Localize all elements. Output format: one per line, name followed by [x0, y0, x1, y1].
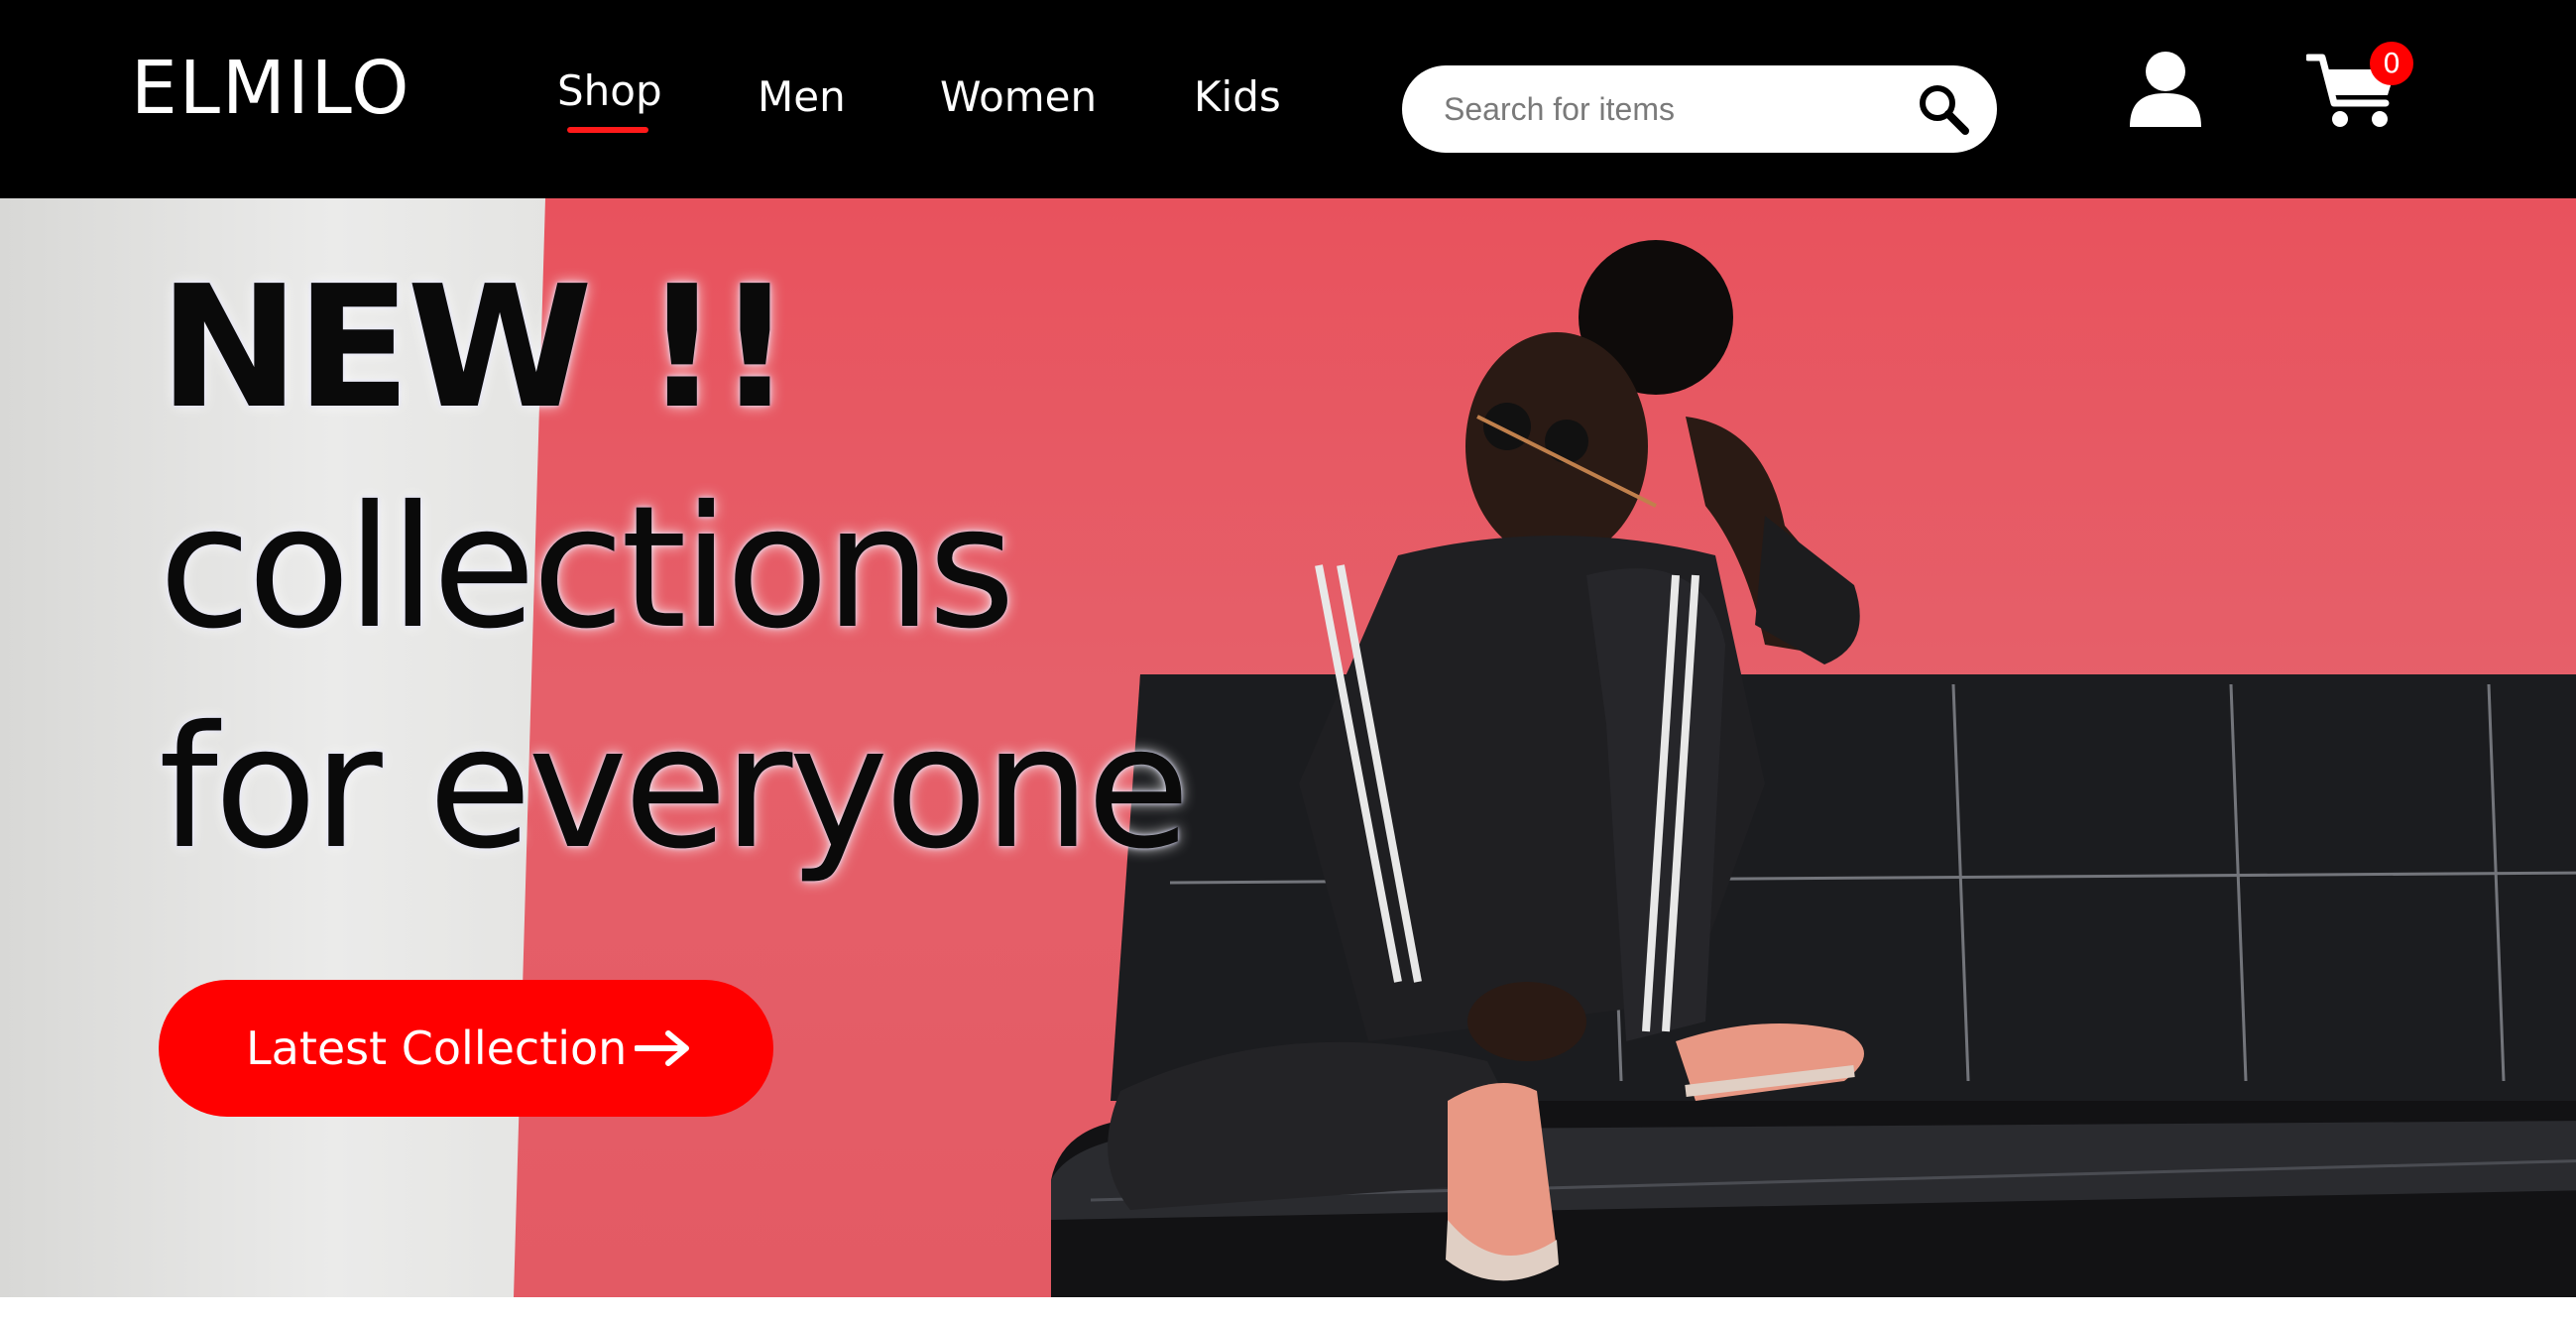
cta-label: Latest Collection — [246, 1022, 628, 1075]
headline-line-3: for everyone — [159, 690, 1190, 887]
nav-item-women[interactable]: Women — [940, 67, 1097, 127]
hero-banner: NEW !! collections for everyone Latest C… — [0, 198, 2576, 1297]
headline-line-1: NEW !! — [159, 250, 793, 446]
model-photo — [1108, 240, 1864, 1281]
site-header: ELMILO Shop Men Women Kids 0 — [0, 0, 2576, 198]
account-button[interactable] — [2126, 50, 2205, 133]
brand-logo[interactable]: ELMILO — [131, 44, 411, 133]
hero-headline: NEW !! collections for everyone — [159, 238, 1190, 899]
active-nav-indicator — [567, 127, 648, 133]
nav-item-kids[interactable]: Kids — [1194, 67, 1281, 127]
nav-item-shop[interactable]: Shop — [557, 61, 662, 121]
latest-collection-button[interactable]: Latest Collection — [159, 980, 773, 1117]
search-input[interactable] — [1444, 65, 1900, 153]
nav-item-men[interactable]: Men — [758, 67, 846, 127]
user-icon — [2130, 52, 2201, 127]
search-button[interactable] — [1914, 79, 1973, 139]
search-bar — [1402, 65, 1997, 153]
headline-line-2: collections — [159, 470, 1015, 666]
search-icon — [1920, 85, 1969, 135]
page-bottom — [0, 1297, 2576, 1323]
cart-count-badge: 0 — [2370, 42, 2413, 85]
arrow-right-icon — [635, 1030, 689, 1066]
